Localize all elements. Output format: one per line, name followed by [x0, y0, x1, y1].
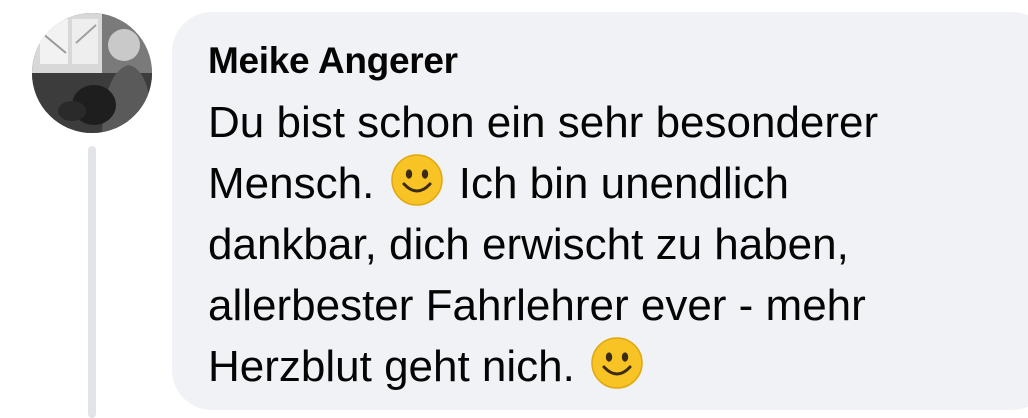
- comment-line: dankbar, dich erwischt zu haben,: [208, 214, 878, 275]
- smiling-face-icon: [390, 154, 443, 206]
- comment-bubble: Meike Angerer Du bist schon ein sehr bes…: [172, 12, 1028, 410]
- comment-line-text: Herzblut geht nich.: [208, 342, 575, 391]
- comment-thread: Meike Angerer Du bist schon ein sehr bes…: [0, 0, 1028, 418]
- comment-line-text: Du bist schon ein sehr besonderer: [208, 98, 879, 147]
- comment-line: allerbester Fahrlehrer ever - mehr: [208, 275, 878, 336]
- comment-line: Mensch. Ich bin unendlich: [208, 153, 878, 214]
- avatar[interactable]: [32, 13, 152, 133]
- thread-line: [88, 146, 96, 418]
- comment-line-text: Mensch.: [208, 159, 375, 208]
- comment-author[interactable]: Meike Angerer: [208, 40, 458, 82]
- avatar-photo: [32, 13, 152, 133]
- comment-line-text: Ich bin unendlich: [446, 159, 789, 208]
- comment-line: Herzblut geht nich.: [208, 336, 878, 397]
- comment-line-text: allerbester Fahrlehrer ever - mehr: [208, 281, 866, 330]
- smiling-face-icon: [591, 337, 643, 389]
- comment-line-text: dankbar, dich erwischt zu haben,: [208, 220, 849, 269]
- comment-line: Du bist schon ein sehr besonderer: [208, 92, 878, 153]
- comment-text: Du bist schon ein sehr besonderer Mensch.…: [208, 92, 878, 397]
